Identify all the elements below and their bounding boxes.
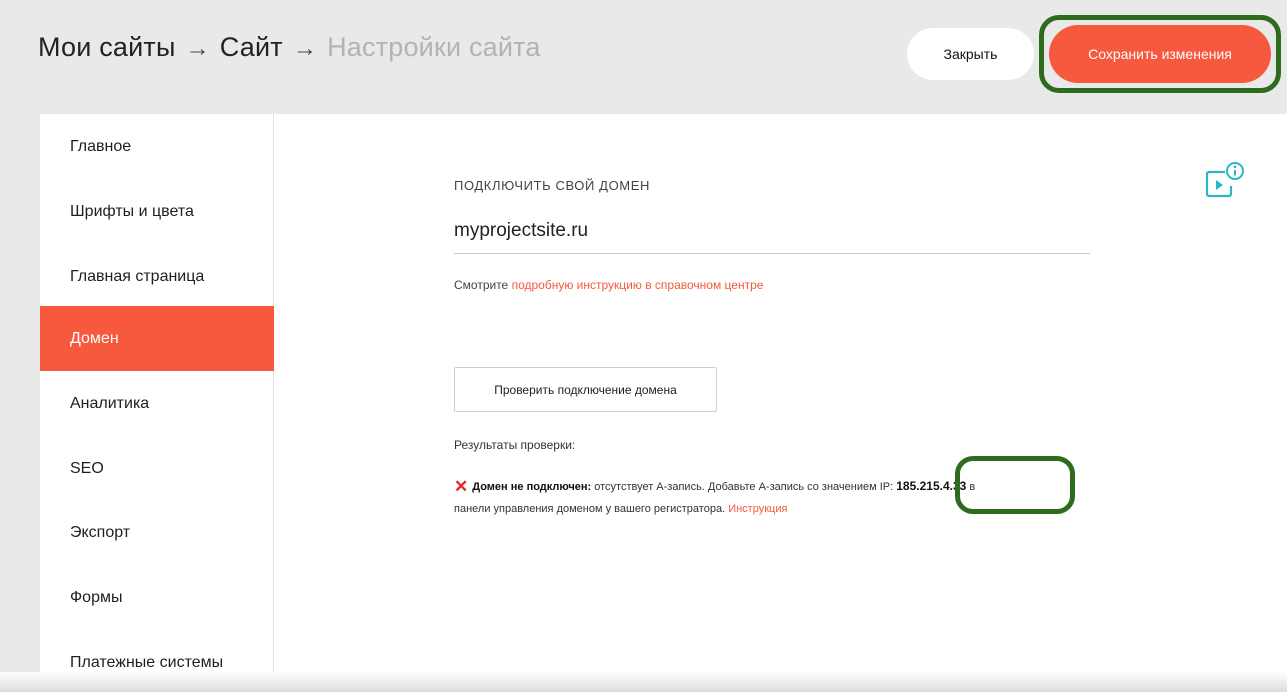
error-x-icon: ✕ (454, 477, 469, 496)
help-center-link[interactable]: подробную инструкцию в справочном центре (512, 278, 764, 292)
section-title: ПОДКЛЮЧИТЬ СВОЙ ДОМЕН (454, 178, 650, 193)
breadcrumb: Мои сайты → Сайт → Настройки сайта (38, 32, 541, 63)
sidebar-item-analytics[interactable]: Аналитика (40, 371, 274, 436)
settings-sidebar: Главное Шрифты и цвета Главная страница … (40, 114, 274, 692)
sidebar-item-forms[interactable]: Формы (40, 565, 274, 630)
result-text-registrar: панели управления доменом у вашего регис… (454, 503, 729, 515)
sidebar-item-main[interactable]: Главное (40, 114, 274, 179)
bottom-fade (0, 672, 1287, 692)
sidebar-item-export[interactable]: Экспорт (40, 500, 274, 565)
left-gutter (0, 114, 40, 692)
breadcrumb-arrow: → (185, 35, 210, 62)
breadcrumb-current: Настройки сайта (327, 32, 541, 62)
check-domain-button[interactable]: Проверить подключение домена (454, 367, 717, 412)
result-text: отсутствует A-запись. Добавьте A-запись … (591, 481, 897, 493)
sidebar-item-home-page[interactable]: Главная страница (40, 244, 274, 309)
breadcrumb-site[interactable]: Сайт (220, 32, 283, 62)
video-info-icon[interactable] (1205, 160, 1245, 200)
results-label: Результаты проверки: (454, 438, 576, 452)
sidebar-item-domain[interactable]: Домен (40, 306, 274, 371)
instruction-link[interactable]: Инструкция (728, 503, 787, 515)
sidebar-item-seo[interactable]: SEO (40, 436, 274, 501)
result-status: Домен не подключен: (472, 481, 592, 493)
domain-settings-panel (274, 114, 1287, 692)
help-text: Смотрите подробную инструкцию в справочн… (454, 278, 763, 292)
sidebar-item-fonts-colors[interactable]: Шрифты и цвета (40, 179, 274, 244)
breadcrumb-arrow: → (292, 35, 318, 62)
save-button-highlight (1039, 15, 1281, 93)
breadcrumb-my-sites[interactable]: Мои сайты (38, 32, 176, 62)
help-prefix: Смотрите (454, 278, 512, 292)
domain-input[interactable] (454, 208, 1090, 254)
close-button[interactable]: Закрыть (907, 28, 1034, 80)
ip-highlight (955, 456, 1075, 514)
